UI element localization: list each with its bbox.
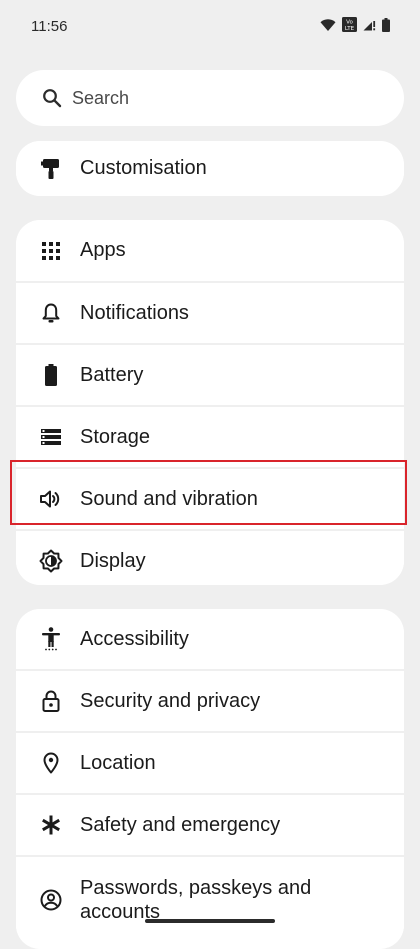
paint-roller-icon <box>39 157 63 181</box>
settings-item-location[interactable]: Location <box>16 731 404 793</box>
volte-icon: Vo LTE <box>342 17 357 32</box>
location-pin-icon <box>39 751 63 775</box>
settings-item-battery[interactable]: Battery <box>16 343 404 405</box>
settings-item-label: Accessibility <box>80 627 189 650</box>
settings-group-personalisation: Customisation <box>16 141 404 196</box>
settings-item-display[interactable]: Display <box>16 529 404 585</box>
asterisk-icon <box>39 813 63 837</box>
settings-item-label: Location <box>80 751 156 774</box>
settings-item-storage[interactable]: Storage <box>16 405 404 467</box>
settings-item-label: Display <box>80 549 146 572</box>
accessibility-icon <box>39 627 63 651</box>
settings-item-label: Sound and vibration <box>80 487 258 510</box>
settings-item-label: Security and privacy <box>80 689 261 712</box>
settings-item-accessibility[interactable]: Accessibility <box>16 609 404 669</box>
battery-status-icon <box>382 17 390 32</box>
settings-item-apps[interactable]: Apps <box>16 220 404 281</box>
settings-item-label: Apps <box>80 239 126 261</box>
search-placeholder: Search <box>72 87 130 108</box>
apps-grid-icon <box>39 239 63 263</box>
settings-group-device: Apps Notifications Battery Storage Sound… <box>16 220 404 585</box>
bell-icon <box>39 301 63 325</box>
volte-badge-bottom: LTE <box>345 26 355 32</box>
cell-signal-icon <box>363 18 376 31</box>
settings-item-label: Storage <box>80 425 151 448</box>
battery-icon <box>39 363 63 387</box>
settings-item-customisation[interactable]: Customisation <box>16 141 404 196</box>
gesture-nav-handle[interactable] <box>145 919 275 923</box>
storage-icon <box>39 425 63 449</box>
settings-item-notifications[interactable]: Notifications <box>16 281 404 343</box>
lock-icon <box>39 689 63 713</box>
settings-item-safety-and-emergency[interactable]: Safety and emergency <box>16 793 404 855</box>
search-bar[interactable]: Search <box>16 70 404 126</box>
search-icon <box>41 87 63 109</box>
settings-item-label: Battery <box>80 363 144 386</box>
status-icons: Vo LTE <box>320 17 390 32</box>
settings-item-label: Notifications <box>80 301 189 324</box>
settings-group-security: Accessibility Security and privacy Locat… <box>16 609 404 949</box>
settings-item-label: Safety and emergency <box>80 813 281 836</box>
settings-item-passwords-passkeys-and-accounts[interactable]: Passwords, passkeys and accounts <box>16 855 404 942</box>
wifi-icon <box>320 18 336 32</box>
status-time: 11:56 <box>31 18 68 35</box>
settings-item-security-and-privacy[interactable]: Security and privacy <box>16 669 404 731</box>
speaker-icon <box>39 487 63 511</box>
settings-item-sound-and-vibration[interactable]: Sound and vibration <box>16 467 404 529</box>
settings-item-label: Passwords, passkeys and accounts <box>80 876 312 923</box>
status-bar: 11:56 Vo LTE <box>0 0 420 54</box>
volte-badge-top: Vo <box>346 20 353 26</box>
account-circle-icon <box>39 888 63 912</box>
settings-item-label: Customisation <box>80 157 207 179</box>
display-brightness-icon <box>39 549 63 573</box>
